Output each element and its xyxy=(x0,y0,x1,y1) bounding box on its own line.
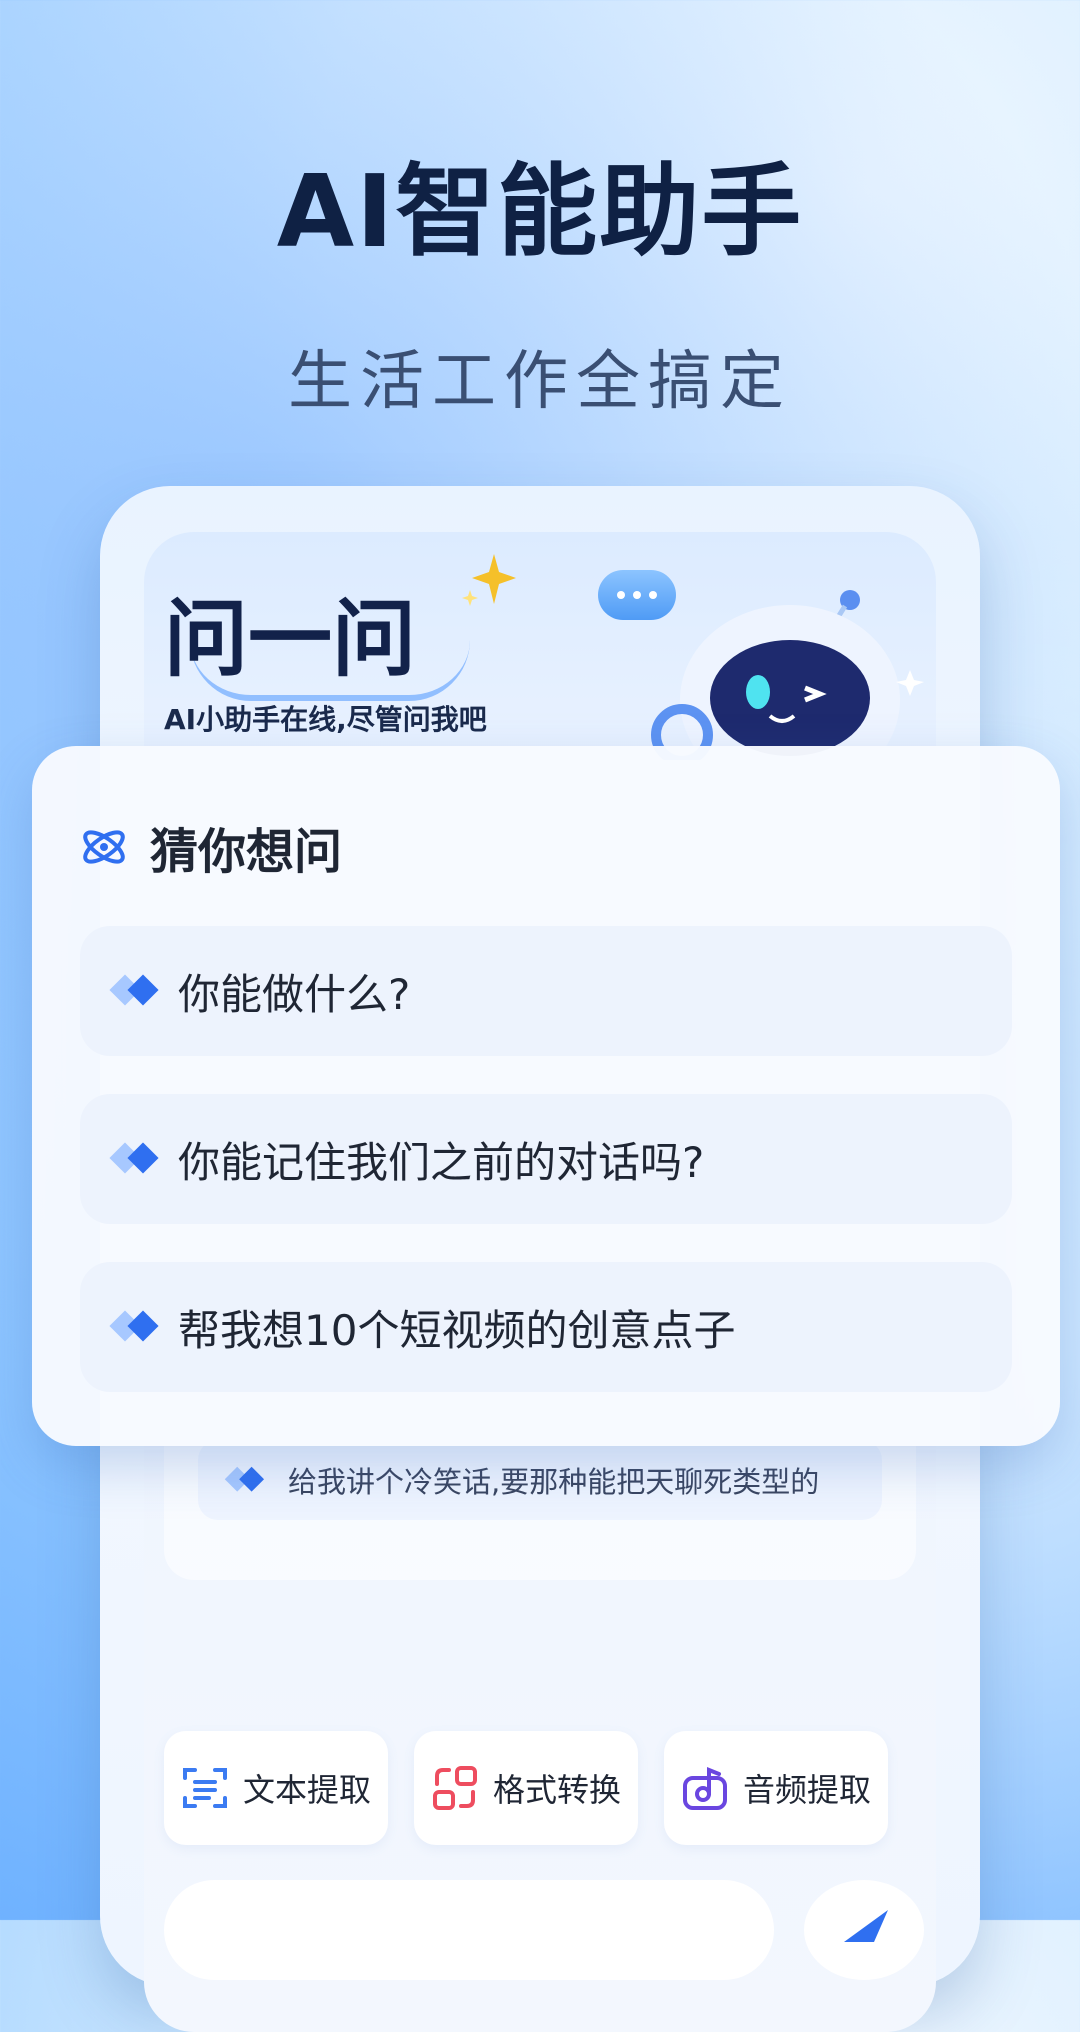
diamond-bullet-icon xyxy=(224,1466,267,1495)
sparkle-icon xyxy=(462,554,516,606)
text-extract-icon xyxy=(182,1768,227,1808)
ask-subtitle: AI小助手在线,尽管问我吧 xyxy=(164,703,487,736)
tool-format-convert-button[interactable]: 格式转换 xyxy=(414,1731,638,1845)
audio-extract-icon xyxy=(682,1767,727,1810)
suggestion-item[interactable]: 给我讲个冷笑话,要那种能把天聊死类型的 xyxy=(198,1440,882,1520)
question-item[interactable]: 你能记住我们之前的对话吗? xyxy=(80,1094,1012,1224)
message-input[interactable] xyxy=(164,1880,774,1980)
hero-subtitle: 生活工作全搞定 xyxy=(288,345,792,419)
tool-label: 格式转换 xyxy=(492,1771,621,1809)
guess-panel-header: 猜你想问 xyxy=(78,812,342,882)
diamond-bullet-icon xyxy=(109,973,162,1009)
send-icon xyxy=(844,1910,888,1942)
tool-text-extract-button[interactable]: 文本提取 xyxy=(164,1731,388,1845)
question-item[interactable]: 你能做什么? xyxy=(80,926,1012,1056)
diamond-bullet-icon xyxy=(109,1309,162,1345)
question-text: 你能记住我们之前的对话吗? xyxy=(178,1137,705,1187)
tool-label: 音频提取 xyxy=(742,1771,871,1809)
tool-audio-extract-button[interactable]: 音频提取 xyxy=(664,1731,888,1845)
guess-panel-title: 猜你想问 xyxy=(150,824,343,880)
send-button[interactable] xyxy=(804,1880,924,1980)
suggestion-text: 给我讲个冷笑话,要那种能把天聊死类型的 xyxy=(288,1465,820,1499)
robot-mascot-icon xyxy=(651,590,924,760)
hero-title: AI智能助手 xyxy=(276,153,804,270)
diamond-bullet-icon xyxy=(109,1141,162,1177)
atom-icon xyxy=(83,830,125,864)
tool-label: 文本提取 xyxy=(242,1771,371,1809)
ask-title: 问一问 xyxy=(164,590,417,688)
question-text: 你能做什么? xyxy=(178,969,411,1019)
format-convert-icon xyxy=(432,1766,477,1810)
question-item[interactable]: 帮我想10个短视频的创意点子 xyxy=(80,1262,1012,1392)
question-text: 帮我想10个短视频的创意点子 xyxy=(178,1305,736,1355)
